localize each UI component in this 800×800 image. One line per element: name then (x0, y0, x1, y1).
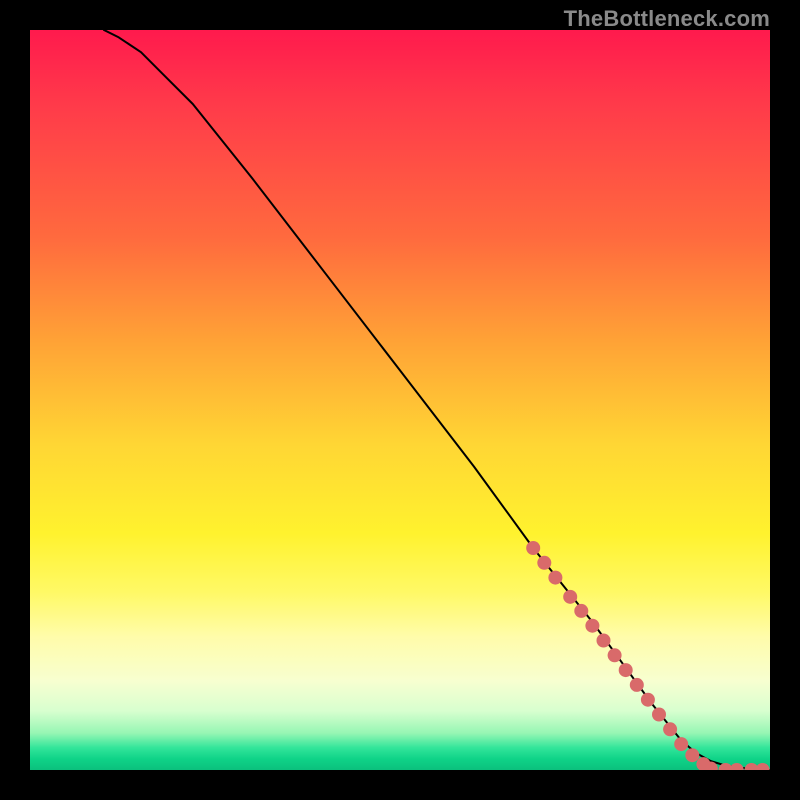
data-marker (674, 737, 688, 751)
chart-overlay-svg (30, 30, 770, 770)
data-marker (663, 722, 677, 736)
data-marker (526, 541, 540, 555)
data-marker (756, 763, 770, 770)
data-marker (585, 619, 599, 633)
data-curve (104, 30, 770, 770)
data-marker (574, 604, 588, 618)
data-marker (597, 634, 611, 648)
data-marker (619, 663, 633, 677)
data-markers-group (526, 541, 769, 770)
data-marker (548, 571, 562, 585)
data-marker (630, 678, 644, 692)
data-marker (685, 748, 699, 762)
data-marker (537, 556, 551, 570)
data-marker (608, 648, 622, 662)
data-marker (730, 763, 744, 770)
data-marker (563, 590, 577, 604)
chart-stage: TheBottleneck.com (0, 0, 800, 800)
plot-area (30, 30, 770, 770)
watermark-text: TheBottleneck.com (564, 6, 770, 32)
data-marker (652, 708, 666, 722)
data-marker (641, 693, 655, 707)
